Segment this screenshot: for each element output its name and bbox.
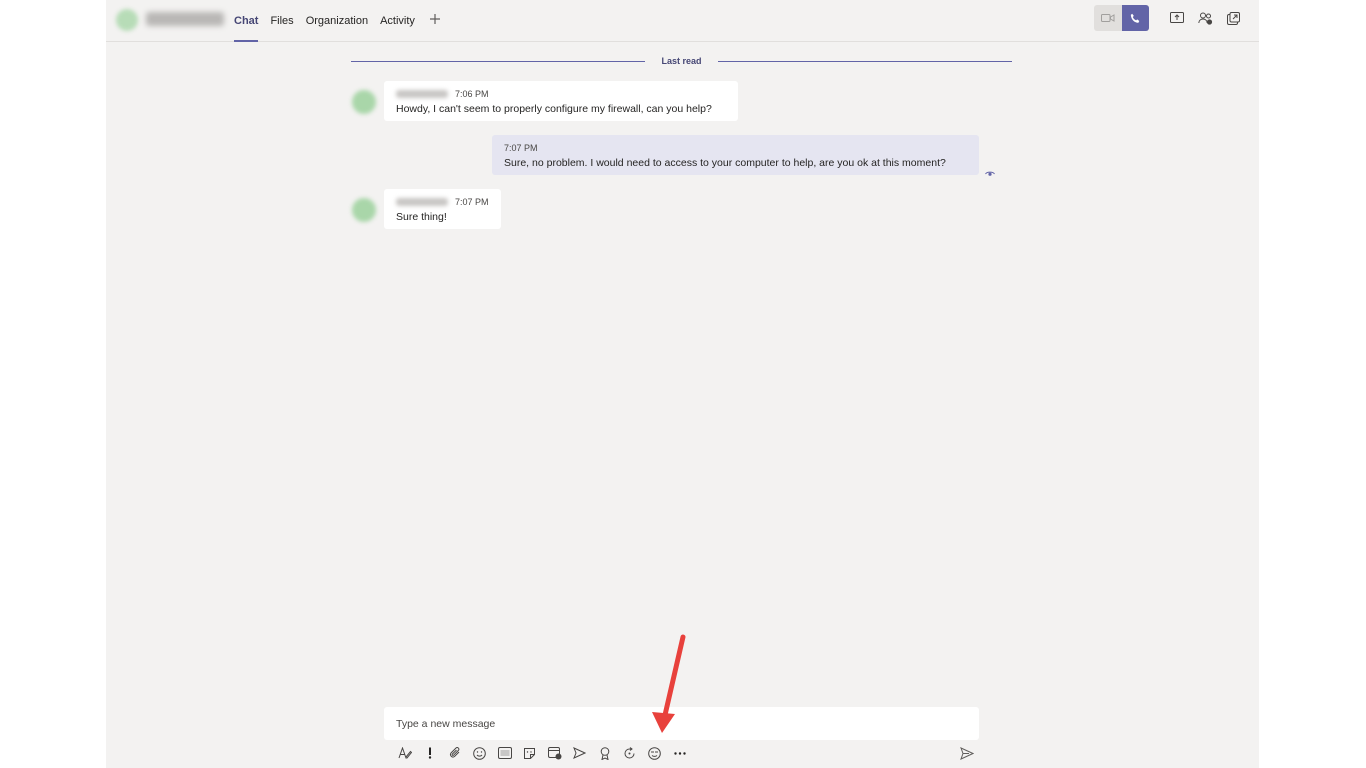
attach-button[interactable] [442, 743, 467, 763]
emoji-button[interactable] [467, 743, 492, 763]
message-text: Sure thing! [396, 211, 447, 223]
message-meta: 7:07 PM [504, 142, 967, 154]
eye-icon [985, 164, 995, 182]
divider-line-right [718, 61, 1012, 62]
emoji-picker-button[interactable] [642, 743, 667, 763]
format-icon [398, 747, 412, 759]
tab-activity[interactable]: Activity [380, 0, 415, 42]
sticker-button[interactable] [517, 743, 542, 763]
message-bubble[interactable]: 7:06 PM Howdy, I can't seem to properly … [384, 81, 738, 121]
praise-button[interactable] [592, 743, 617, 763]
video-call-button[interactable] [1094, 5, 1122, 31]
message-time: 7:07 PM [455, 197, 489, 207]
audio-call-icon [1130, 13, 1140, 23]
chat-header: Chat Files Organization Activity [106, 0, 1259, 42]
message-time: 7:07 PM [504, 143, 538, 153]
gif-icon [497, 747, 512, 759]
send-icon [960, 746, 974, 760]
more-options-button[interactable] [667, 743, 692, 763]
header-actions [1094, 5, 1247, 31]
message-time: 7:06 PM [455, 89, 489, 99]
chat-tabs: Chat Files Organization Activity [234, 0, 441, 42]
share-screen-icon [1170, 12, 1184, 23]
audio-call-button[interactable] [1122, 5, 1149, 31]
send-button[interactable] [956, 743, 978, 763]
tab-chat[interactable]: Chat [234, 0, 259, 42]
message-meta: 7:07 PM [396, 196, 489, 208]
teams-chat-window: Chat Files Organization Activity Last re… [106, 0, 1259, 768]
schedule-meeting-button[interactable] [542, 743, 567, 763]
compose-box [384, 707, 979, 740]
message-text: Howdy, I can't seem to properly configur… [396, 103, 712, 115]
contact-avatar[interactable] [116, 9, 138, 31]
tab-files[interactable]: Files [270, 0, 293, 42]
sender-name-blurred [396, 198, 448, 206]
tab-organization[interactable]: Organization [306, 0, 368, 42]
message-text: Sure, no problem. I would need to access… [504, 157, 946, 169]
share-screen-button[interactable] [1163, 5, 1191, 31]
message-input[interactable] [396, 717, 956, 730]
message-meta: 7:06 PM [396, 88, 726, 100]
gif-button[interactable] [492, 743, 517, 763]
add-people-icon [1197, 12, 1212, 25]
emoji-icon [473, 746, 486, 760]
contact-name-blurred [146, 12, 224, 26]
video-call-icon [1101, 14, 1115, 22]
stream-button[interactable] [567, 743, 592, 763]
pop-out-button[interactable] [1219, 5, 1247, 31]
more-options-icon [673, 751, 686, 755]
sender-avatar[interactable] [352, 90, 376, 114]
sticker-icon [524, 747, 535, 759]
call-buttons [1094, 5, 1149, 31]
praise-icon [600, 746, 609, 760]
pop-out-icon [1226, 11, 1240, 25]
loop-icon [624, 746, 635, 758]
add-people-button[interactable] [1191, 5, 1219, 31]
my-message-bubble[interactable]: 7:07 PM Sure, no problem. I would need t… [492, 135, 979, 175]
sender-name-blurred [396, 90, 448, 98]
schedule-meeting-icon [547, 747, 561, 760]
message-bubble[interactable]: 7:07 PM Sure thing! [384, 189, 501, 229]
plus-icon[interactable] [429, 13, 441, 29]
stream-icon [573, 747, 586, 759]
emoji-picker-icon [648, 746, 661, 760]
important-icon [428, 747, 431, 759]
last-read-divider: Last read [351, 54, 1012, 68]
compose-toolbar [392, 743, 692, 763]
attach-icon [449, 747, 459, 758]
mark-important-button[interactable] [417, 743, 442, 763]
format-button[interactable] [392, 743, 417, 763]
sender-avatar[interactable] [352, 198, 376, 222]
loop-button[interactable] [617, 743, 642, 763]
